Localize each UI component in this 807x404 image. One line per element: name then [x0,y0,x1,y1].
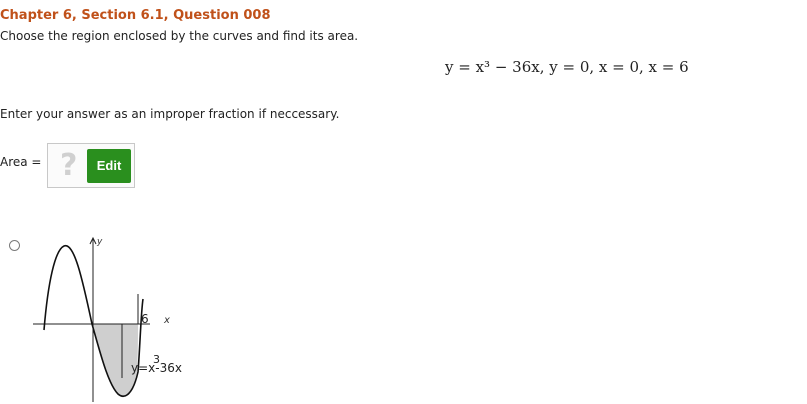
question-header: Chapter 6, Section 6.1, Question 008 [0,8,271,23]
area-label: Area = [0,155,42,169]
answer-format-note: Enter your answer as an improper fractio… [0,107,340,121]
curve-label-exponent: 3 [153,353,160,366]
option-radio[interactable] [9,240,20,251]
tick-label-6: 6 [141,312,149,326]
y-axis-label: y [96,237,103,247]
question-mark-icon: ? [60,148,78,183]
answer-box[interactable]: ? Edit [47,143,135,188]
x-axis-label: x [163,315,170,326]
question-instruction: Choose the region enclosed by the curves… [0,29,359,43]
region-graph: y 6 x y=x-36x 3 [33,236,182,402]
curves-equation: y = x³ − 36x, y = 0, x = 0, x = 6 [445,58,689,76]
edit-button[interactable]: Edit [87,149,131,183]
shaded-region [92,324,138,396]
